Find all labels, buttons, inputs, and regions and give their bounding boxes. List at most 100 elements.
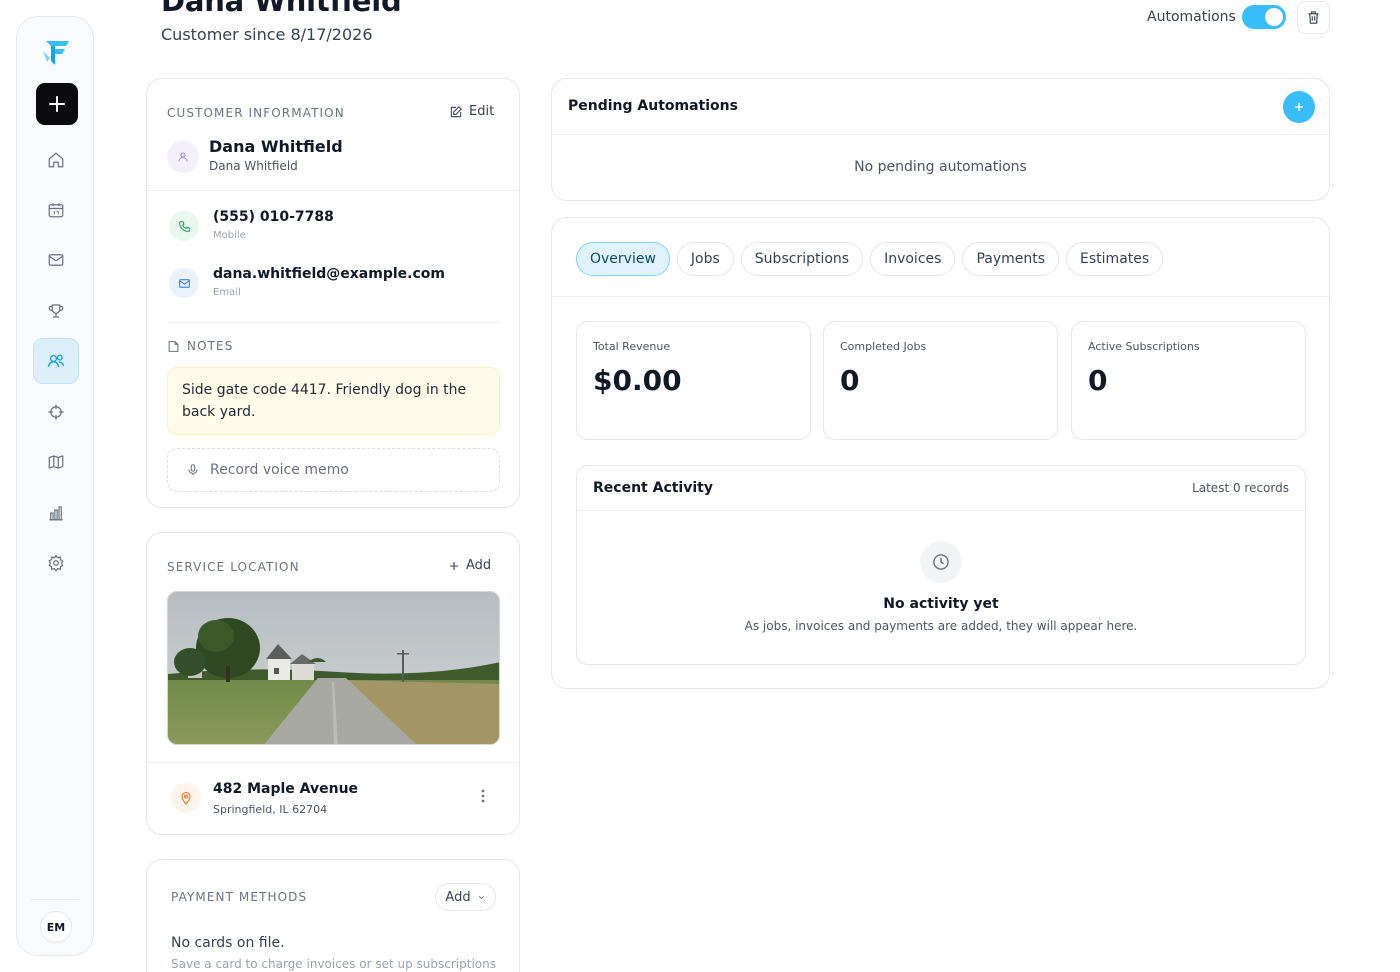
note-icon (168, 340, 179, 352)
more-vertical-icon (481, 789, 485, 803)
service-location-label: SERVICE LOCATION (167, 560, 300, 574)
phone-type: Mobile (213, 230, 246, 241)
app-logo-icon[interactable] (42, 37, 72, 67)
mail-icon (48, 254, 64, 266)
stat-total-revenue: Total Revenue $0.00 (576, 321, 811, 440)
tab-jobs[interactable]: Jobs (676, 242, 734, 276)
sidebar: EM (16, 16, 94, 956)
add-location-button[interactable]: Add (448, 558, 491, 573)
nav-messages[interactable] (33, 237, 79, 283)
customer-info-label: CUSTOMER INFORMATION (167, 106, 345, 120)
payment-methods-label: PAYMENT METHODS (171, 890, 308, 904)
pending-automations-empty: No pending automations (854, 159, 1027, 175)
pending-automations-card: Pending Automations No pending automatio… (551, 78, 1330, 201)
users-icon (47, 354, 65, 367)
pending-automations-title: Pending Automations (568, 98, 738, 114)
notes-label: NOTES (167, 339, 233, 353)
divider (552, 134, 1329, 135)
divider (552, 296, 1329, 297)
customer-since: Customer since 8/17/2026 (161, 25, 373, 44)
payment-methods-card: PAYMENT METHODS Add No cards on file. Sa… (146, 859, 520, 972)
nav-map[interactable] (33, 439, 79, 485)
nav-rewards[interactable] (33, 288, 79, 334)
automations-toggle[interactable] (1242, 5, 1286, 29)
map-icon (48, 455, 64, 469)
automations-label: Automations (1147, 9, 1236, 25)
divider (577, 510, 1305, 511)
notes-label-text: NOTES (187, 339, 234, 353)
plus-icon (450, 561, 458, 570)
user-avatar[interactable]: EM (40, 911, 72, 943)
delete-customer-button[interactable] (1297, 1, 1330, 34)
create-new-button[interactable] (36, 83, 78, 125)
add-automation-button[interactable] (1283, 91, 1315, 123)
nav-calendar[interactable] (33, 187, 79, 233)
trash-icon (1308, 11, 1319, 24)
no-cards-title: No cards on file. (171, 935, 285, 951)
recent-activity-title: Recent Activity (593, 480, 713, 496)
service-location-card: SERVICE LOCATION Add 482 Maple Avenue Sp… (146, 532, 520, 835)
edit-icon (450, 105, 462, 117)
record-voice-memo-button[interactable]: Record voice memo (167, 448, 500, 492)
customer-note[interactable]: Side gate code 4417. Friendly dog in the… (167, 367, 500, 435)
customer-name: Dana Whitfield (209, 137, 343, 156)
email-link[interactable]: dana.whitfield@example.com (213, 266, 445, 282)
calendar-icon (48, 203, 64, 218)
stat-label: Active Subscriptions (1088, 340, 1200, 353)
microphone-icon (188, 464, 198, 476)
detail-tabs: Overview Jobs Subscriptions Invoices Pay… (576, 242, 1164, 276)
address-line1: 482 Maple Avenue (213, 781, 359, 797)
no-activity-title: No activity yet (883, 596, 999, 612)
recent-activity-count: Latest 0 records (1192, 481, 1289, 495)
phone-icon (169, 211, 199, 241)
gear-icon (48, 554, 64, 572)
voice-memo-label: Record voice memo (210, 462, 349, 478)
person-icon (167, 141, 199, 173)
tab-invoices[interactable]: Invoices (870, 242, 956, 276)
email-type: Email (213, 287, 241, 298)
home-icon (48, 152, 64, 168)
no-cards-subtitle: Save a card to charge invoices or set up… (171, 957, 496, 971)
tab-estimates[interactable]: Estimates (1066, 242, 1164, 276)
divider (147, 762, 519, 763)
tab-payments[interactable]: Payments (962, 242, 1060, 276)
stat-value: 0 (1088, 364, 1108, 397)
page-title: Dana Whitfield (161, 0, 402, 18)
stat-value: 0 (840, 364, 860, 397)
crosshair-icon (48, 404, 64, 420)
trophy-icon (48, 304, 64, 318)
edit-label: Edit (469, 104, 495, 119)
customer-subname: Dana Whitfield (209, 159, 298, 173)
add-payment-label: Add (445, 889, 471, 905)
sidebar-divider (31, 899, 79, 900)
add-location-label: Add (466, 558, 492, 573)
plus-icon (49, 96, 65, 112)
nav-targeting[interactable] (33, 389, 79, 435)
recent-activity-panel: Recent Activity Latest 0 records No acti… (576, 465, 1306, 665)
stat-value: $0.00 (593, 364, 682, 397)
toggle-knob (1265, 8, 1283, 26)
stat-label: Completed Jobs (840, 340, 927, 353)
stat-completed-jobs: Completed Jobs 0 (823, 321, 1058, 440)
tab-subscriptions[interactable]: Subscriptions (740, 242, 864, 276)
nav-settings[interactable] (33, 540, 79, 586)
customer-info-card: CUSTOMER INFORMATION Edit Dana Whitfield… (146, 78, 520, 508)
divider (167, 322, 499, 323)
nav-customers[interactable] (33, 338, 79, 384)
chevron-down-icon (478, 895, 484, 899)
edit-customer-button[interactable]: Edit (449, 104, 494, 119)
stat-active-subscriptions: Active Subscriptions 0 (1071, 321, 1306, 440)
plus-icon (1295, 103, 1303, 111)
bar-chart-icon (49, 506, 63, 521)
location-more-button[interactable] (473, 786, 493, 806)
location-pin-icon (171, 783, 201, 813)
nav-reports[interactable] (33, 490, 79, 536)
stat-label: Total Revenue (593, 340, 671, 353)
nav-home[interactable] (33, 137, 79, 183)
tab-overview[interactable]: Overview (576, 242, 670, 276)
customer-detail-card: Overview Jobs Subscriptions Invoices Pay… (551, 217, 1330, 689)
phone-number-link[interactable]: (555) 010-7788 (213, 209, 334, 225)
add-payment-method-dropdown[interactable]: Add (435, 883, 496, 911)
street-view-image[interactable] (167, 591, 500, 745)
divider (147, 190, 519, 191)
